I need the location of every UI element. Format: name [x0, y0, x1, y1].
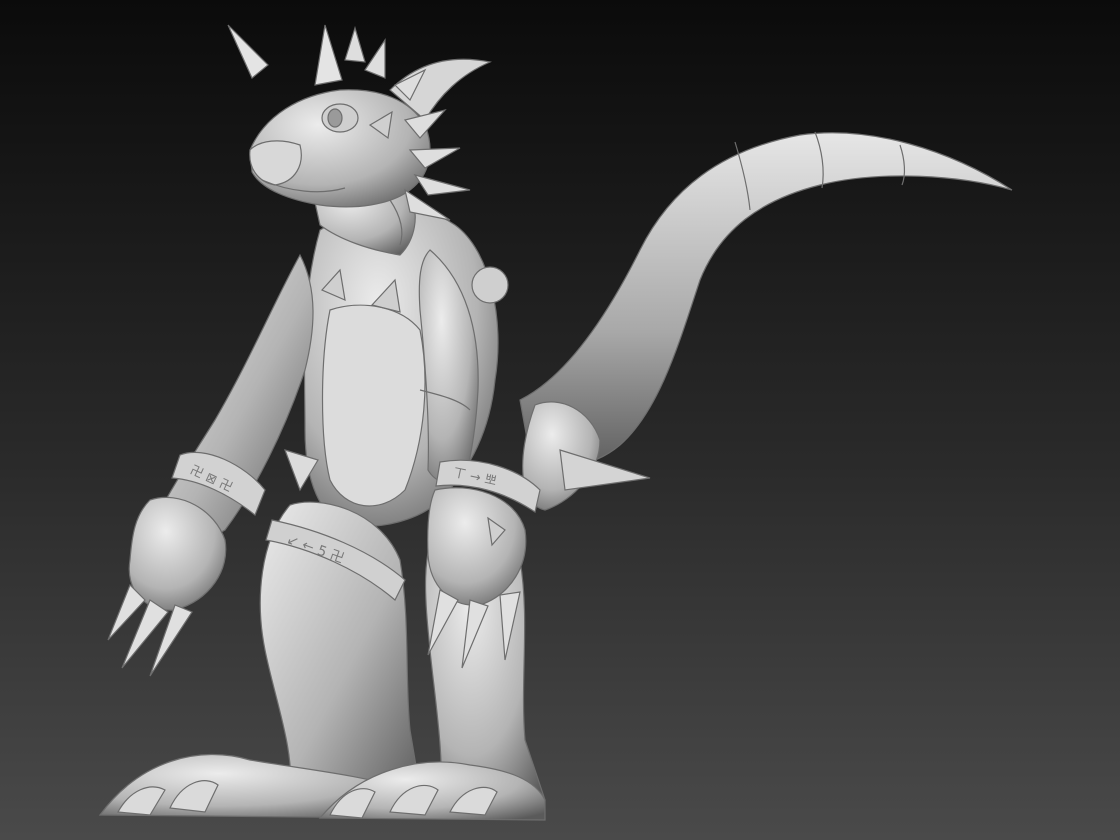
render-viewport: ↙ ← 5 卍 卍 ⊠ 卍 ㄒ → 뽀 [0, 0, 1120, 840]
belly [321, 304, 426, 507]
pupil [327, 108, 343, 128]
shoulder-emblem [471, 266, 509, 304]
render-canvas: ↙ ← 5 卍 卍 ⊠ 卍 ㄒ → 뽀 [0, 0, 1120, 840]
